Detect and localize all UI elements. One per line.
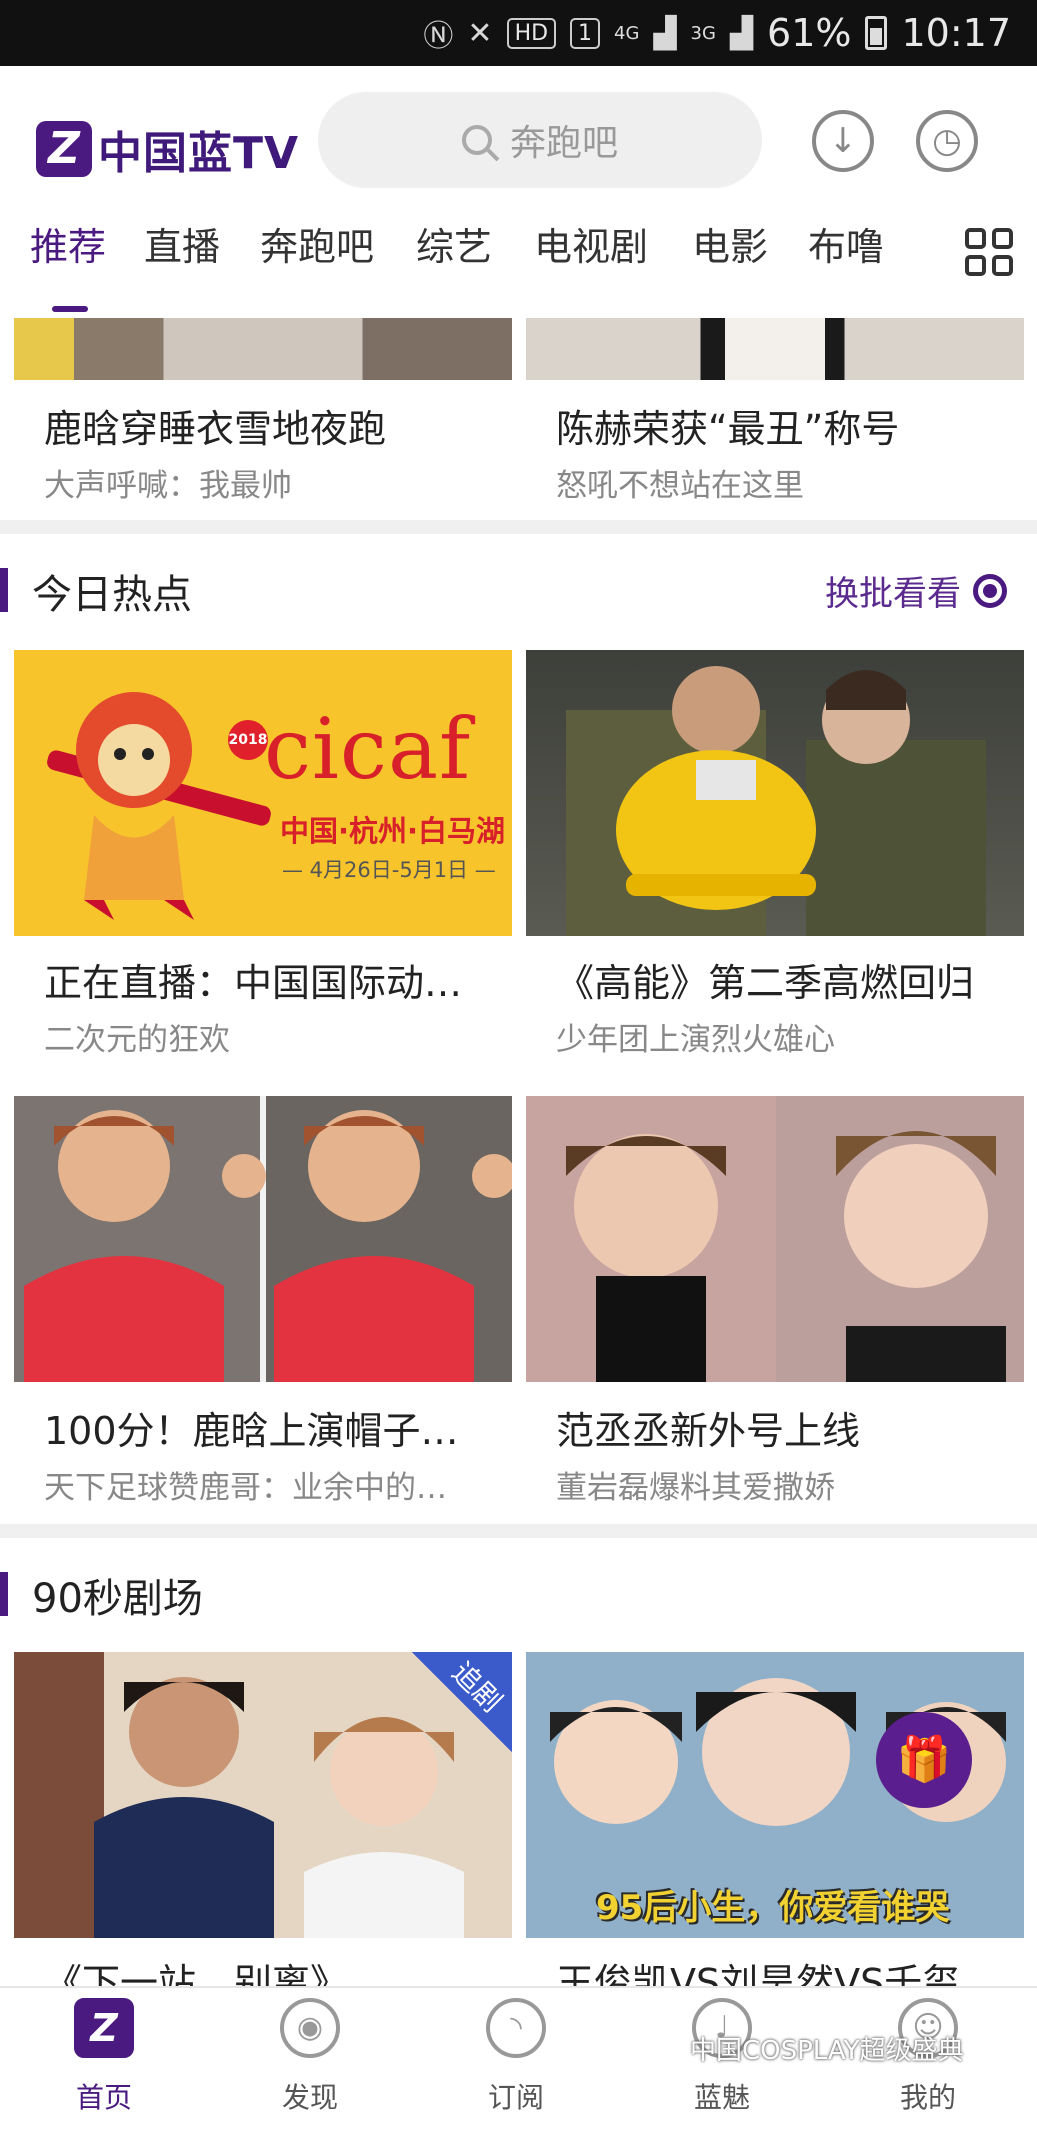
theater-section-header: 90秒剧场 (0, 1550, 1037, 1640)
card-title[interactable]: 《高能》第二季高燃回归 (556, 952, 974, 1007)
card-thumbnail[interactable]: 🎁 95后小生，你爱看谁哭 (526, 1652, 1024, 1938)
tab-recommend[interactable]: 推荐 (30, 216, 106, 271)
network-1: 4G (614, 22, 640, 44)
signal-icon: ▟ (729, 15, 754, 51)
card-subtitle: 二次元的狂欢 (44, 1022, 230, 1058)
section-accent-bar (0, 1572, 8, 1616)
tab-movie[interactable]: 电影 (692, 216, 768, 271)
category-tabs: 推荐 直播 奔跑吧 综艺 电视剧 电影 布噜 (0, 216, 1037, 286)
active-tab-indicator (52, 306, 88, 312)
card-thumbnail[interactable] (526, 318, 1024, 380)
card-subtitle: 天下足球赞鹿哥：业余中的… (44, 1470, 447, 1506)
eye-icon: ◉ (280, 1998, 340, 2058)
luhan-image (14, 1096, 512, 1382)
nav-label: 发现 (281, 2081, 338, 2114)
app-logo[interactable]: Z 中国蓝TV (36, 114, 299, 184)
section-divider (0, 520, 1037, 534)
network-2: 3G (690, 22, 716, 44)
card-subtitle: 怒吼不想站在这里 (556, 468, 804, 504)
card-subtitle: 董岩磊爆料其爱撒娇 (556, 1470, 835, 1506)
battery-icon (865, 16, 888, 50)
card-thumbnail[interactable]: 追剧 (14, 1652, 512, 1938)
nav-home[interactable]: Z 首页 (34, 1998, 174, 2116)
refresh-button[interactable]: 换批看看 (825, 566, 1007, 615)
firefighters-image (566, 666, 986, 936)
mute-icon: ✕ (467, 15, 493, 51)
status-bar: Ⓝ ✕ HD 1 4G ▟ 3G ▟ 61% 10:17 (0, 0, 1037, 66)
signal-icon: ▟ (653, 15, 677, 51)
card-title[interactable]: 陈赫荣获“最丑”称号 (556, 398, 899, 453)
logo-mark-icon: Z (36, 121, 92, 177)
history-button[interactable]: ◷ (916, 110, 978, 172)
fan-chengcheng-image (526, 1096, 1024, 1382)
search-icon (461, 125, 492, 155)
nav-label: 我的 (899, 2081, 956, 2114)
cicaf-dates: — 4月26日-5月1日 — (282, 858, 496, 882)
tab-bulu[interactable]: 布噜 (808, 216, 884, 271)
card-subtitle: 少年团上演烈火雄心 (556, 1022, 835, 1058)
refresh-icon (973, 573, 1007, 608)
card-title[interactable]: 100分！鹿晗上演帽子… (44, 1400, 459, 1455)
nav-label: 订阅 (487, 2081, 544, 2114)
banner-text: 95后小生，你爱看谁哭 (596, 1888, 950, 1928)
nav-label: 蓝魅 (693, 2081, 750, 2114)
tab-running-man[interactable]: 奔跑吧 (260, 216, 374, 271)
nav-subscribe[interactable]: ◝ 订阅 (446, 1998, 586, 2116)
card-thumbnail[interactable] (14, 1096, 512, 1382)
more-tabs-icon[interactable] (965, 228, 1013, 276)
card-thumbnail[interactable] (526, 650, 1024, 936)
section-title: 90秒剧场 (32, 1576, 203, 1622)
card-title[interactable]: 鹿晗穿睡衣雪地夜跑 (44, 398, 386, 453)
download-button[interactable]: ↓ (812, 110, 874, 172)
sim-badge: 1 (570, 17, 601, 49)
download-icon: ↓ (828, 121, 858, 161)
cicaf-thumbnail[interactable]: 2018 cicaf 中国·杭州·白马湖 — 4月26日-5月1日 — (14, 650, 512, 936)
card-subtitle: 大声呼喊：我最帅 (44, 468, 292, 504)
tab-variety[interactable]: 综艺 (416, 216, 492, 271)
tab-live[interactable]: 直播 (144, 216, 220, 271)
card-thumbnail[interactable] (14, 318, 512, 380)
section-title: 今日热点 (32, 572, 192, 618)
nav-discover[interactable]: ◉ 发现 (240, 1998, 380, 2116)
nav-label: 首页 (75, 2081, 132, 2114)
battery-percent: 61% (767, 11, 852, 55)
gift-icon: 🎁 (896, 1734, 952, 1785)
section-divider (0, 1524, 1037, 1538)
section-accent-bar (0, 568, 8, 612)
card-title[interactable]: 正在直播：中国国际动… (44, 952, 462, 1007)
nfc-icon: Ⓝ (423, 19, 454, 54)
hd-badge: HD (506, 17, 557, 49)
clock: 10:17 (901, 11, 1011, 55)
cicaf-brand: cicaf (264, 700, 472, 798)
history-icon: ◷ (932, 121, 962, 161)
cicaf-location: 中国·杭州·白马湖 (280, 814, 506, 848)
card-thumbnail[interactable] (526, 1096, 1024, 1382)
watermark: 中国COSPLAY超级盛典 (690, 2036, 964, 2066)
hot-section-header: 今日热点 换批看看 (0, 546, 1037, 636)
refresh-label: 换批看看 (825, 574, 961, 614)
cicaf-year-badge: 2018 (228, 720, 268, 760)
card-title[interactable]: 范丞丞新外号上线 (556, 1400, 860, 1455)
rss-icon: ◝ (486, 1998, 546, 2058)
app-header: Z 中国蓝TV 奔跑吧 ↓ ◷ 推荐 直播 奔跑吧 综艺 电视剧 电影 布噜 (0, 66, 1037, 286)
home-logo-icon: Z (74, 1998, 134, 2058)
search-bar[interactable]: 奔跑吧 (318, 92, 762, 188)
logo-text: 中国蓝TV (98, 128, 300, 179)
tabs-fade (897, 216, 947, 286)
gift-button[interactable]: 🎁 (876, 1712, 972, 1808)
search-placeholder: 奔跑吧 (509, 123, 618, 164)
tab-tv-series[interactable]: 电视剧 (534, 216, 648, 271)
